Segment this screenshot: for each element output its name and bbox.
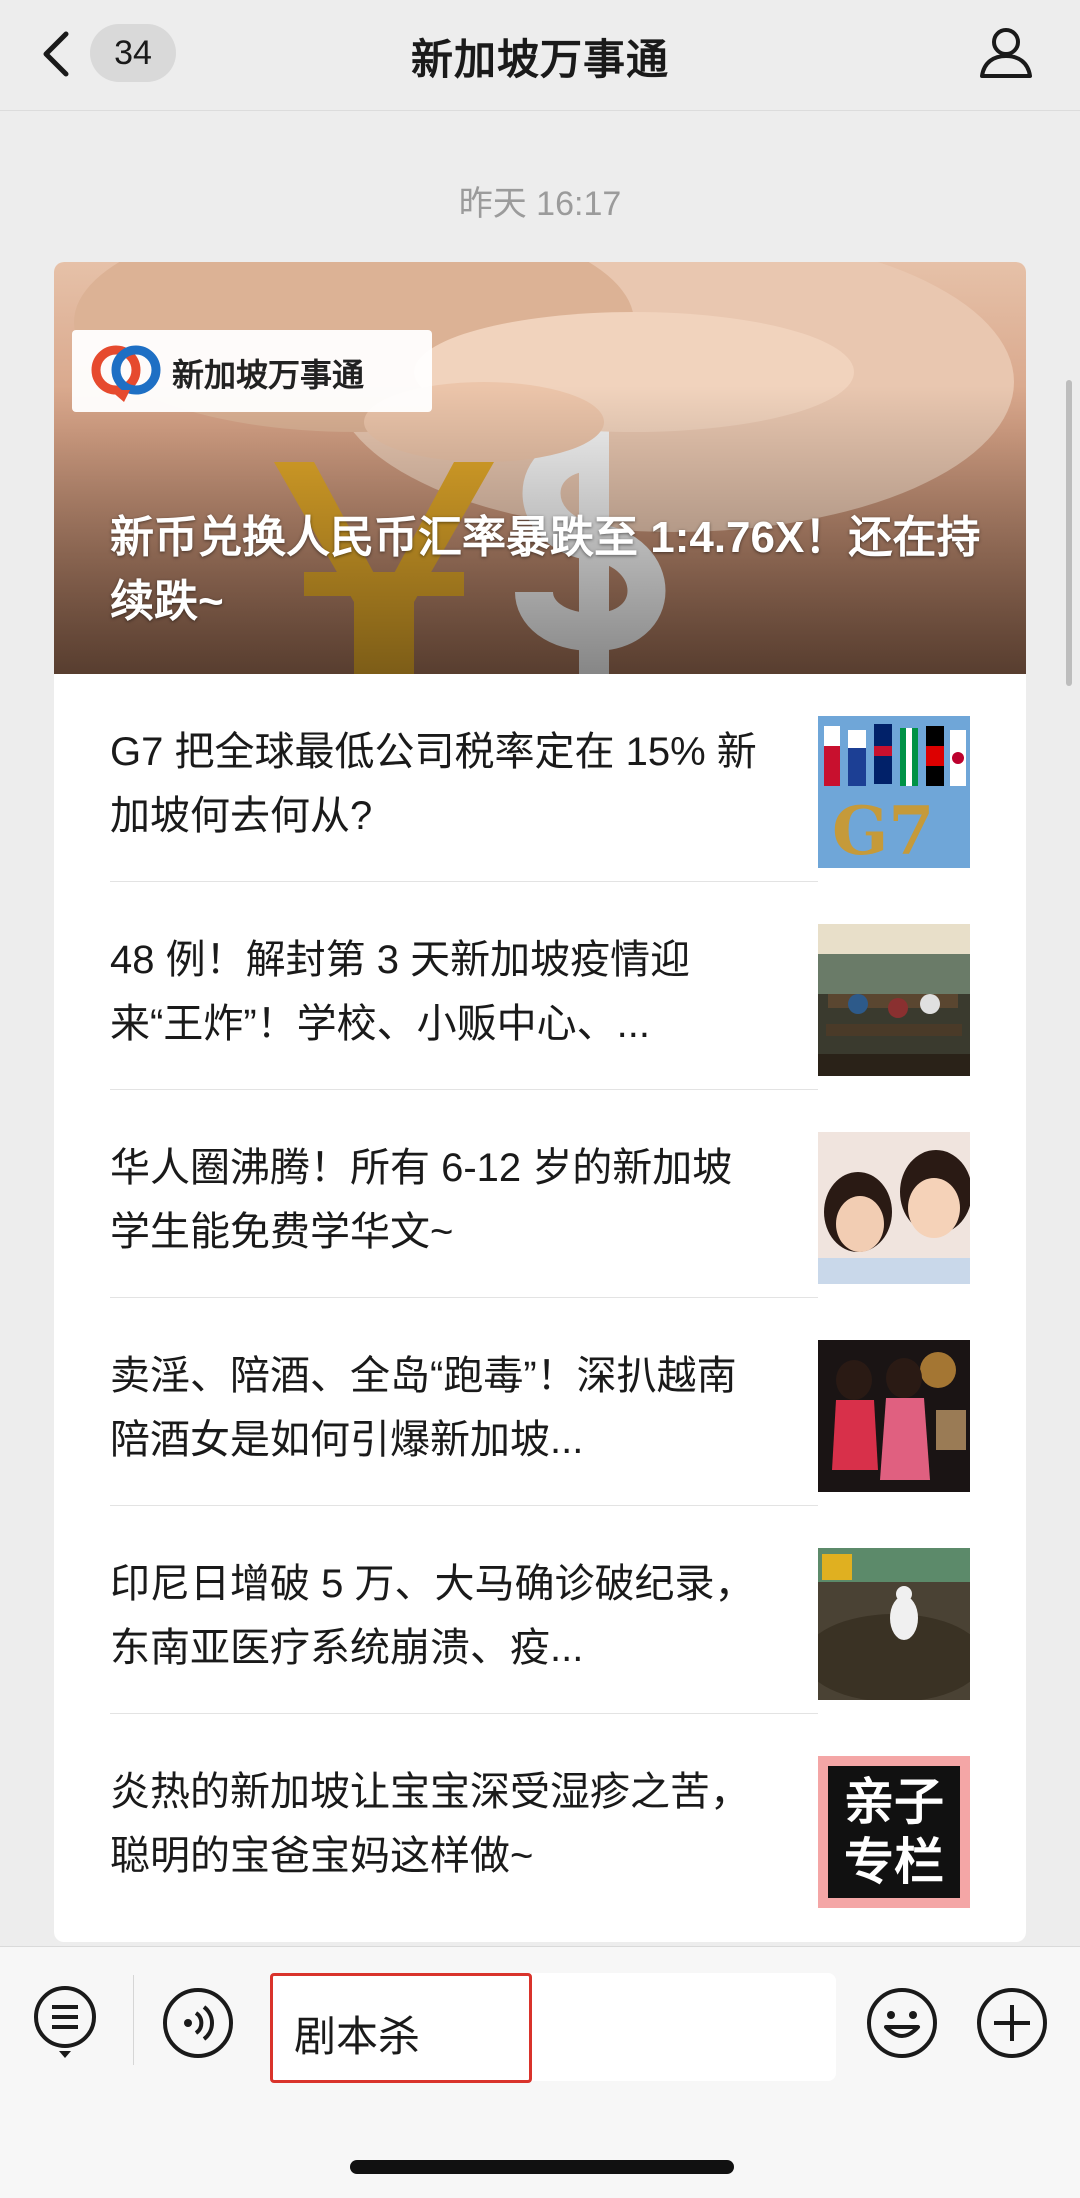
message-timestamp: 昨天 16:17 <box>458 185 622 223</box>
message-input-text: 剧本杀 <box>294 2013 421 2060</box>
article-item[interactable]: 印尼日增破 5 万、大马确诊破纪录，东南亚医疗系统崩溃、疫... <box>54 1506 1026 1714</box>
home-indicator[interactable] <box>350 2160 734 2174</box>
publisher-logo-text: 新加坡万事通 <box>172 357 365 393</box>
menu-list-icon[interactable] <box>32 1985 98 2061</box>
divider <box>133 1975 134 2065</box>
hero-title: 新币兑换人民币汇率暴跌至 1:4.76X！还在持续跌~ <box>110 513 981 626</box>
profile-icon[interactable] <box>976 22 1036 82</box>
article-thumbnail <box>818 924 970 1076</box>
parenting-column-label: 亲子专栏 <box>828 1766 960 1898</box>
plus-icon[interactable] <box>976 1987 1048 2059</box>
article-title: 48 例！解封第 3 天新加坡疫情迎来“王炸”！学校、小贩中心、... <box>110 938 691 1046</box>
voice-input-icon[interactable] <box>162 1987 234 2059</box>
emoji-icon[interactable] <box>866 1987 938 2059</box>
top-bar: 34 新加坡万事通 <box>0 0 1080 111</box>
scrollbar[interactable] <box>1066 380 1072 686</box>
article-title: 炎热的新加坡让宝宝深受湿疹之苦，聪明的宝爸宝妈这样做~ <box>110 1770 750 1878</box>
article-list: G7 把全球最低公司税率定在 15% 新加坡何去何从? G7 48 例！解封第 … <box>54 674 1026 1922</box>
article-card: 新加坡万事通 新币兑换人民币汇率暴跌至 1:4.76X！还在持续跌~ G7 把全… <box>54 262 1026 1942</box>
article-item[interactable]: 华人圈沸腾！所有 6-12 岁的新加坡学生能免费学华文~ <box>54 1090 1026 1298</box>
message-input[interactable]: 剧本杀 <box>270 1973 836 2083</box>
article-thumbnail <box>818 1340 970 1492</box>
hero-article[interactable]: 新加坡万事通 新币兑换人民币汇率暴跌至 1:4.76X！还在持续跌~ <box>54 262 1026 674</box>
chat-title: 新加坡万事通 <box>410 36 669 83</box>
article-item[interactable]: 卖淫、陪酒、全岛“跑毒”！深扒越南陪酒女是如何引爆新加坡... <box>54 1298 1026 1506</box>
article-item[interactable]: 炎热的新加坡让宝宝深受湿疹之苦，聪明的宝爸宝妈这样做~ 亲子专栏 <box>54 1714 1026 1922</box>
article-thumbnail <box>818 1132 970 1284</box>
article-title: G7 把全球最低公司税率定在 15% 新加坡何去何从? <box>110 730 757 838</box>
article-item[interactable]: G7 把全球最低公司税率定在 15% 新加坡何去何从? G7 <box>54 674 1026 882</box>
article-thumbnail: G7 <box>818 716 970 868</box>
article-thumbnail: 亲子专栏 <box>818 1756 970 1908</box>
svg-text:G7: G7 <box>832 792 934 868</box>
article-title: 卖淫、陪酒、全岛“跑毒”！深扒越南陪酒女是如何引爆新加坡... <box>110 1354 737 1462</box>
article-thumbnail <box>818 1548 970 1700</box>
article-title: 华人圈沸腾！所有 6-12 岁的新加坡学生能免费学华文~ <box>110 1146 733 1254</box>
article-title: 印尼日增破 5 万、大马确诊破纪录，东南亚医疗系统崩溃、疫... <box>110 1562 755 1670</box>
article-item[interactable]: 48 例！解封第 3 天新加坡疫情迎来“王炸”！学校、小贩中心、... <box>54 882 1026 1090</box>
publisher-logo: 新加坡万事通 <box>72 330 432 412</box>
publisher-logo-icon <box>91 345 161 402</box>
